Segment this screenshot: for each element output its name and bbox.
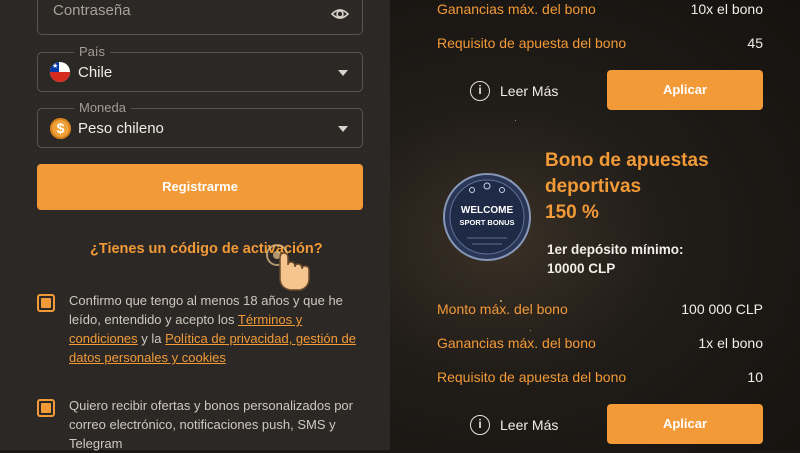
password-placeholder: Contraseña: [53, 2, 131, 19]
welcome-sport-bonus-badge: WELCOME SPORT BONUS: [442, 172, 532, 267]
marketing-consent-text: Quiero recibir ofertas y bonos personali…: [69, 398, 353, 451]
bonus-panel: Ganancias máx. del bono 10x el bono Requ…: [390, 0, 800, 450]
bonus-row-label: Ganancias máx. del bono: [437, 1, 596, 17]
age-consent-checkbox[interactable]: [37, 294, 55, 312]
registration-panel: Contraseña País ★ Chile Moneda $ Peso ch…: [0, 0, 390, 451]
chevron-down-icon: [338, 126, 348, 132]
bonus-row-value: 10: [747, 369, 763, 385]
country-label: País: [74, 44, 111, 59]
bonus-title-line-2: deportivas: [545, 176, 642, 197]
eye-icon[interactable]: [330, 4, 350, 29]
info-icon[interactable]: i: [470, 415, 490, 435]
bonus-row-value: 1x el bono: [698, 335, 763, 351]
bonus-row-label: Requisito de apuesta del bono: [437, 369, 627, 385]
read-more-link[interactable]: Leer Más: [500, 83, 558, 99]
read-more-link[interactable]: Leer Más: [500, 417, 558, 433]
consent-and: y la: [141, 331, 162, 346]
password-field[interactable]: Contraseña: [37, 0, 363, 35]
bonus-title-line-1: Bono de apuestas: [545, 150, 709, 171]
bonus-title: Bono de apuestas deportivas 150 %: [545, 148, 709, 226]
bonus-row-label: Requisito de apuesta del bono: [437, 35, 627, 51]
badge-line-2: SPORT BONUS: [459, 218, 514, 227]
bonus-title-line-3: 150 %: [545, 202, 599, 223]
bonus-row-value: 10x el bono: [690, 1, 763, 17]
bonus-row-value: 45: [747, 35, 763, 51]
min-deposit-value: 10000 CLP: [547, 261, 616, 276]
bonus-row-value: 100 000 CLP: [681, 301, 763, 317]
bonus-row-label: Monto máx. del bono: [437, 301, 568, 317]
apply-button[interactable]: Aplicar: [607, 70, 763, 110]
chile-flag-icon: ★: [50, 62, 70, 82]
currency-coin-icon: $: [50, 118, 71, 139]
min-deposit-label: 1er depósito mínimo:: [547, 242, 684, 257]
info-icon[interactable]: i: [470, 81, 490, 101]
country-value: Chile: [78, 64, 113, 81]
bonus-row-label: Ganancias máx. del bono: [437, 335, 596, 351]
currency-select[interactable]: Moneda $ Peso chileno: [37, 100, 363, 148]
min-deposit: 1er depósito mínimo: 10000 CLP: [547, 240, 684, 278]
register-button[interactable]: Registrarme: [37, 164, 363, 210]
country-select[interactable]: País ★ Chile: [37, 44, 363, 92]
chevron-down-icon: [338, 70, 348, 76]
age-consent-text: Confirmo que tengo al menos 18 años y qu…: [69, 291, 369, 367]
marketing-consent-checkbox[interactable]: [37, 399, 55, 417]
badge-line-1: WELCOME: [461, 205, 514, 216]
apply-button[interactable]: Aplicar: [607, 404, 763, 444]
currency-value: Peso chileno: [78, 120, 164, 137]
currency-label: Moneda: [74, 100, 131, 115]
